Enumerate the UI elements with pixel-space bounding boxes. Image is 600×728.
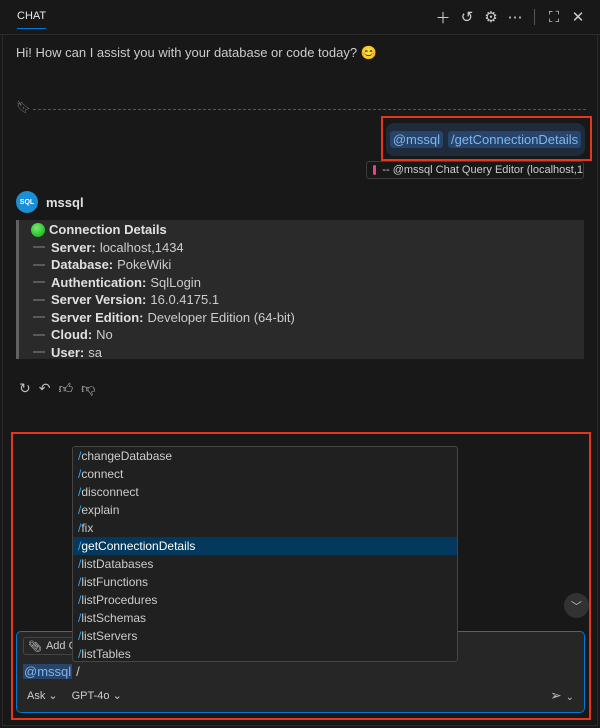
list-bullet xyxy=(33,351,45,354)
tab-chat[interactable]: CHAT xyxy=(17,10,47,29)
connection-details: Connection Details Server: localhost,1434… xyxy=(16,220,584,362)
agent-name: mssql xyxy=(46,195,84,210)
command-chip: /getConnectionDetails xyxy=(447,131,582,148)
send-button[interactable]: ➢ ⌄ xyxy=(550,687,574,704)
list-bullet xyxy=(33,281,45,284)
command-suggestions: /changeDatabase/connect/disconnect/expla… xyxy=(72,446,458,662)
detail-row: Authentication: SqlLogin xyxy=(31,274,584,292)
bookmark-icon[interactable]: 🔖︎ xyxy=(16,100,31,114)
suggestion-item[interactable]: /listProcedures xyxy=(73,591,457,609)
suggestion-item[interactable]: /listTables xyxy=(73,645,457,661)
detail-row: Database: PokeWiki xyxy=(31,256,584,274)
list-bullet xyxy=(33,263,45,266)
agent-chip: @mssql xyxy=(23,664,73,679)
gear-icon[interactable]: ⚙ xyxy=(483,8,499,26)
greeting-message: Hi! How can I assist you with your datab… xyxy=(16,45,377,60)
reference-chip[interactable]: -- @mssql Chat Query Editor (localhost,1 xyxy=(366,161,584,179)
plus-icon[interactable]: ＋ xyxy=(435,8,451,27)
detail-row: Cloud: No xyxy=(31,326,584,344)
suggestion-item[interactable]: /listFunctions xyxy=(73,573,457,591)
thumbs-up-icon[interactable]: 👍︎ xyxy=(58,380,73,397)
scroll-down-button[interactable]: ﹀ xyxy=(564,593,589,618)
green-circle-icon xyxy=(31,222,45,237)
suggestion-item[interactable]: /disconnect xyxy=(73,483,457,501)
history-icon[interactable]: ↺ xyxy=(459,8,475,26)
suggestion-item[interactable]: /changeDatabase xyxy=(73,447,457,465)
more-icon[interactable]: ⋯ xyxy=(507,8,523,26)
list-bullet xyxy=(33,298,45,301)
suggestion-item[interactable]: /getConnectionDetails xyxy=(73,537,457,555)
suggestion-item[interactable]: /connect xyxy=(73,465,457,483)
detail-row: Server: localhost,1434 xyxy=(31,239,584,257)
maximize-icon[interactable]: ⛶ xyxy=(546,8,562,26)
detail-row: User: sa xyxy=(31,344,584,362)
suggestion-item[interactable]: /fix xyxy=(73,519,457,537)
database-icon xyxy=(373,165,377,175)
list-bullet xyxy=(33,316,45,319)
list-bullet xyxy=(33,333,45,336)
detail-row: Server Edition: Developer Edition (64-bit… xyxy=(31,309,584,327)
agent-chip: @mssql xyxy=(389,131,443,148)
suggestion-item[interactable]: /listDatabases xyxy=(73,555,457,573)
divider xyxy=(534,9,535,25)
mode-dropdown[interactable]: Ask ⌄ xyxy=(27,689,58,702)
model-dropdown[interactable]: GPT-4o ⌄ xyxy=(72,689,122,702)
suggestion-item[interactable]: /listSchemas xyxy=(73,609,457,627)
retry-icon[interactable]: ↻ xyxy=(19,380,31,397)
detail-row: Server Version: 16.0.4175.1 xyxy=(31,291,584,309)
reference-label: -- @mssql Chat Query Editor (localhost,1 xyxy=(382,164,583,176)
list-bullet xyxy=(33,246,45,249)
close-icon[interactable]: ✕ xyxy=(570,8,586,26)
chat-header: CHAT ＋ ↺ ⚙ ⋯ ⛶ ✕ xyxy=(0,0,600,35)
thumbs-down-icon[interactable]: 👎︎ xyxy=(81,380,95,397)
suggestion-item[interactable]: /explain xyxy=(73,501,457,519)
suggestion-item[interactable]: /listServers xyxy=(73,627,457,645)
details-title: Connection Details xyxy=(31,221,584,239)
user-request: @mssql /getConnectionDetails xyxy=(386,123,585,156)
checkpoint-divider: 🔖︎ xyxy=(16,100,586,116)
response-actions: ↻ ↶ 👍︎ 👎︎ xyxy=(19,380,95,397)
avatar: SQL xyxy=(16,191,38,213)
paperclip-icon: 📎︎ xyxy=(28,640,42,653)
input-text[interactable]: @mssql / xyxy=(23,664,80,679)
undo-icon[interactable]: ↶ xyxy=(39,380,51,397)
send-icon: ➢ xyxy=(549,687,562,703)
